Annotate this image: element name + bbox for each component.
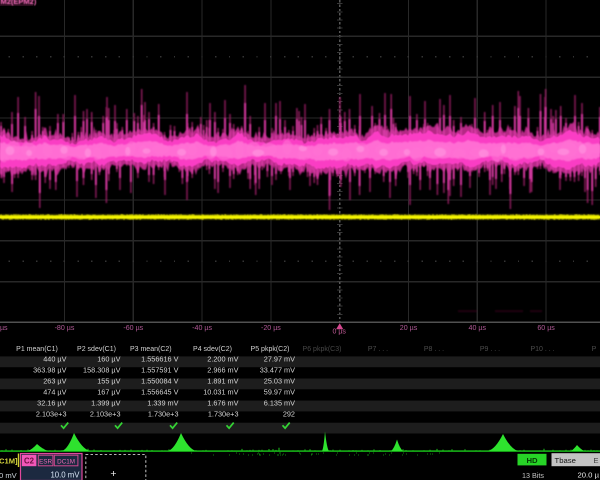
- svg-text:10.031 mV: 10.031 mV: [203, 388, 238, 397]
- svg-text:158.308 µV: 158.308 µV: [83, 366, 121, 375]
- svg-text:6.135 mV: 6.135 mV: [264, 399, 295, 408]
- svg-text:59.97 mV: 59.97 mV: [264, 388, 295, 397]
- svg-text:P: P: [592, 346, 597, 353]
- svg-text:363.98 µV: 363.98 µV: [33, 366, 67, 375]
- svg-text:P1 mean(C1): P1 mean(C1): [16, 346, 58, 353]
- svg-text:40 µs: 40 µs: [469, 324, 487, 332]
- svg-text:P10 . . .: P10 . . .: [530, 346, 554, 353]
- svg-text:1.730e+3: 1.730e+3: [148, 410, 179, 419]
- svg-text:1.556616 V: 1.556616 V: [141, 355, 178, 364]
- svg-text:0 µs: 0 µs: [333, 328, 347, 335]
- svg-text:P4 sdev(C2): P4 sdev(C2): [193, 346, 232, 353]
- svg-text:P7 . . .: P7 . . .: [368, 346, 388, 353]
- svg-text:-20 µs: -20 µs: [261, 324, 281, 332]
- svg-text:20.0 µ: 20.0 µ: [577, 471, 599, 480]
- svg-text:167 µV: 167 µV: [97, 388, 120, 397]
- svg-text:Tbase: Tbase: [555, 456, 576, 465]
- svg-text:1.550084 V: 1.550084 V: [141, 377, 178, 386]
- svg-text:-40 µs: -40 µs: [192, 324, 212, 332]
- svg-text:2.103e+3: 2.103e+3: [36, 410, 67, 419]
- svg-text:32.16 µV: 32.16 µV: [37, 399, 66, 408]
- svg-text:2.966 mV: 2.966 mV: [207, 366, 238, 375]
- svg-text:C1M]: C1M]: [0, 457, 18, 466]
- svg-text:-100 µs: -100 µs: [0, 324, 8, 332]
- svg-text:P3 mean(C2): P3 mean(C2): [130, 346, 172, 353]
- svg-text:0 mV: 0 mV: [0, 471, 18, 480]
- svg-text:440 µV: 440 µV: [43, 355, 66, 364]
- svg-text:10.0 mV: 10.0 mV: [50, 471, 80, 480]
- svg-text:33.477 mV: 33.477 mV: [260, 366, 295, 375]
- svg-text:+: +: [110, 468, 116, 480]
- svg-text:60 µs: 60 µs: [537, 324, 555, 332]
- svg-text:1.676 mV: 1.676 mV: [207, 399, 238, 408]
- svg-text:-80 µs: -80 µs: [55, 324, 75, 332]
- svg-text:20 µs: 20 µs: [400, 324, 418, 332]
- svg-text:P9 . . .: P9 . . .: [480, 346, 500, 353]
- svg-text:1.399 µV: 1.399 µV: [91, 399, 120, 408]
- svg-text:P2 sdev(C1): P2 sdev(C1): [77, 346, 116, 353]
- svg-text:27.97 mV: 27.97 mV: [264, 355, 295, 364]
- svg-text:M2(EPM2): M2(EPM2): [1, 0, 37, 6]
- svg-text:2.200 mV: 2.200 mV: [207, 355, 238, 364]
- svg-text:C2: C2: [24, 457, 35, 466]
- svg-text:155 µV: 155 µV: [97, 377, 120, 386]
- svg-text:474 µV: 474 µV: [43, 388, 66, 397]
- svg-text:E: E: [593, 456, 598, 465]
- svg-text:P8 . . .: P8 . . .: [424, 346, 444, 353]
- svg-text:DC1M: DC1M: [57, 458, 75, 465]
- svg-text:160 µV: 160 µV: [97, 355, 120, 364]
- svg-text:1.891 mV: 1.891 mV: [207, 377, 238, 386]
- svg-text:HD: HD: [526, 456, 538, 465]
- svg-text:1.556645 V: 1.556645 V: [141, 388, 178, 397]
- svg-text:-60 µs: -60 µs: [123, 324, 143, 332]
- svg-text:P6 pkpk(C3): P6 pkpk(C3): [303, 346, 342, 353]
- svg-text:263 µV: 263 µV: [43, 377, 66, 386]
- svg-text:292: 292: [283, 410, 295, 419]
- svg-text:1.730e+3: 1.730e+3: [208, 410, 239, 419]
- svg-text:1.339 mV: 1.339 mV: [147, 399, 178, 408]
- svg-text:2.103e+3: 2.103e+3: [90, 410, 121, 419]
- svg-text:25.03 mV: 25.03 mV: [264, 377, 295, 386]
- svg-text:ESR: ESR: [39, 458, 52, 465]
- svg-text:1.557591 V: 1.557591 V: [141, 366, 178, 375]
- svg-text:13 Bits: 13 Bits: [522, 471, 544, 480]
- svg-text:P5 pkpk(C2): P5 pkpk(C2): [251, 346, 290, 353]
